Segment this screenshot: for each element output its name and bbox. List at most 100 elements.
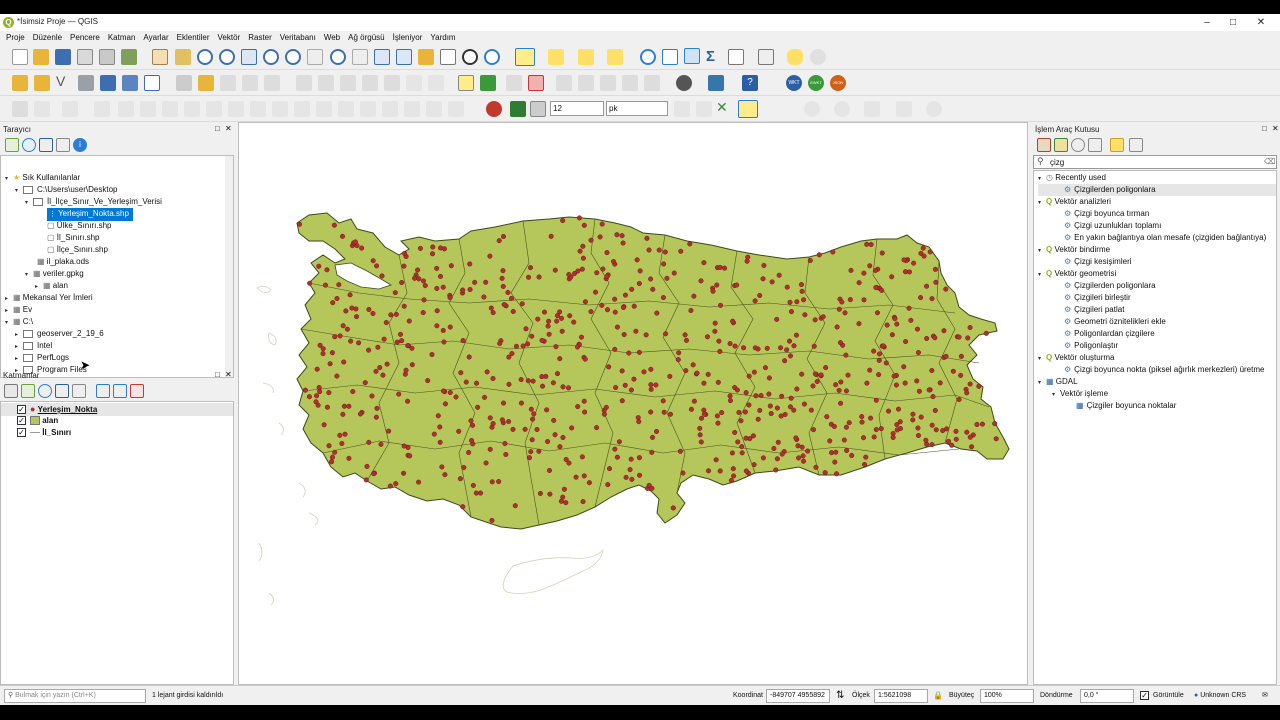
browser-scrollbar[interactable] [225,156,233,377]
measure-line-icon[interactable] [758,49,774,65]
rotation-field[interactable]: 0,0 ° [1080,689,1134,703]
history-icon[interactable] [1071,138,1085,152]
move-diagram-icon[interactable] [644,75,660,91]
open-project-icon[interactable] [33,49,49,65]
modify-attributes-icon[interactable] [296,75,312,91]
map-canvas[interactable] [238,122,1028,685]
float-panel-icon[interactable]: □ [215,124,220,133]
toolbox-item-geometri-oznitelikleri[interactable]: ⚙ Geometri öznitelikleri ekle [1064,316,1166,328]
pan-map-icon[interactable] [152,49,168,65]
add-ring-icon[interactable] [184,101,200,117]
merge-attributes-icon[interactable] [404,101,420,117]
split-features-icon[interactable] [338,101,354,117]
layer-item-alan[interactable]: ✓ alan [17,415,58,427]
rotate-point-symbols-icon[interactable] [426,101,442,117]
snap-tolerance-input[interactable]: 12 [550,101,604,116]
map-tips-icon[interactable] [787,49,803,65]
menu-vektor[interactable]: Vektör [218,31,241,44]
open-attribute-table-icon[interactable] [662,49,678,65]
toolbox-item-cizgi-boyunca-nokta[interactable]: ⚙ Çizgi boyunca nokta (piksel ağırlık mer… [1064,364,1264,376]
vertex-tool-icon[interactable] [264,75,280,91]
menu-veritabani[interactable]: Veritabanı [280,31,316,44]
show-bookmarks-icon[interactable] [440,49,456,65]
zoom-in-icon[interactable] [197,49,213,65]
browser-item-il-siniri[interactable]: ▢ İl_Sınırı.shp [47,232,99,244]
menu-isleniyor[interactable]: İşleniyor [393,31,423,44]
zoom-out-icon[interactable] [219,49,235,65]
wkt-icon[interactable]: WKT [786,75,802,91]
layer-labeling-icon[interactable] [480,75,496,91]
snapping-magnet-icon[interactable] [486,101,502,117]
select-by-value-icon[interactable] [548,49,564,65]
rotate-feature-icon[interactable] [140,101,156,117]
zoom-next-icon[interactable] [352,49,368,65]
layer-styling-icon[interactable] [4,384,18,398]
extents-toggle-icon[interactable]: ⇅ [836,689,844,703]
annotation-icon[interactable] [810,49,826,65]
menu-eklentiler[interactable]: Eklentiler [177,31,210,44]
new-3d-map-view-icon[interactable] [396,49,412,65]
minimize-button[interactable]: – [1195,16,1219,29]
zoom-to-layer-icon[interactable] [285,49,301,65]
toolbox-item-cizgi-uzunluklari[interactable]: ⚙ Çizgi uzunlukları toplamı [1064,220,1161,232]
new-print-layout-icon[interactable] [77,49,93,65]
plugin-manager-icon[interactable] [676,75,692,91]
self-snapping-icon[interactable]: ✕ [716,99,728,116]
float-layers-panel-icon[interactable]: □ [215,370,220,379]
new-project-icon[interactable] [12,49,28,65]
new-spatialite-layer-icon[interactable] [78,75,94,91]
snap-unit-select[interactable]: pk [606,101,668,116]
menu-yardim[interactable]: Yardım [430,31,455,44]
filter-by-expression-icon[interactable] [72,384,86,398]
move-feature-icon[interactable] [118,101,134,117]
filter-browser-icon[interactable] [39,138,53,152]
enable-tracing-icon[interactable] [738,100,758,118]
ewkt-icon[interactable]: EWKT [808,75,824,91]
advanced-digitizing-icon[interactable] [12,101,28,117]
shape-digitize-circle-icon[interactable] [804,101,820,117]
deselect-all-icon[interactable] [578,49,594,65]
lock-scale-icon[interactable]: 🔒 [933,689,943,703]
expand-all-icon[interactable] [96,384,110,398]
menu-ayarlar[interactable]: Ayarlar [143,31,168,44]
filter-legend-icon[interactable] [55,384,69,398]
add-rectangle-icon[interactable] [62,101,78,117]
save-project-icon[interactable] [55,49,71,65]
menu-web[interactable]: Web [324,31,340,44]
pin-labels-icon[interactable] [506,75,522,91]
copy-features-icon[interactable] [362,75,378,91]
properties-info-icon[interactable]: i [73,138,87,152]
options-wrench-icon[interactable] [1129,138,1143,152]
results-viewer-icon[interactable] [1088,138,1102,152]
add-group-icon[interactable] [21,384,35,398]
pan-to-selection-icon[interactable] [175,49,191,65]
help-icon[interactable]: ? [742,75,758,91]
toolbox-item-en-yakin-baglanti[interactable]: ⚙ En yakın bağlantıya olan mesafe (çizgid… [1064,232,1266,244]
scale-field[interactable]: 1:5621098 [874,689,928,703]
layer-item-il-siniri[interactable]: ✓ İl_Sınırı [17,427,71,439]
magnifier-field[interactable]: 100% [980,689,1034,703]
delete-part-icon[interactable] [272,101,288,117]
redo-icon[interactable] [428,75,444,91]
collapse-all-layers-icon[interactable] [113,384,127,398]
cut-features-icon[interactable] [340,75,356,91]
toolbox-item-cizgi-kesisimleri[interactable]: ⚙ Çizgi kesişimleri [1064,256,1132,268]
layer-visibility-checkbox[interactable]: ✓ [17,405,26,415]
python-console-icon[interactable] [708,75,724,91]
close-layers-panel-icon[interactable]: ✕ [225,370,232,379]
add-wms-layer-icon[interactable] [144,75,160,91]
toolbox-search-input[interactable]: ⚲ çizg ⌫ [1033,155,1277,169]
manage-visibility-icon[interactable] [38,384,52,398]
snapping-intersection-icon[interactable] [696,101,712,117]
zoom-to-selection-icon[interactable] [263,49,279,65]
menu-pencere[interactable]: Pencere [70,31,100,44]
merge-features-icon[interactable] [382,101,398,117]
paste-features-icon[interactable] [384,75,400,91]
show-hide-labels-icon[interactable] [556,75,572,91]
new-shapefile-layer-icon[interactable]: V [56,73,65,89]
remove-layer-icon[interactable] [130,384,144,398]
temporal-controller-icon[interactable] [462,49,478,65]
toolbox-item-cizgileri-patlat[interactable]: ⚙ Çizgileri patlat [1064,304,1124,316]
processing-toolbox-icon[interactable] [684,48,700,64]
close-panel-icon[interactable]: ✕ [225,124,232,133]
